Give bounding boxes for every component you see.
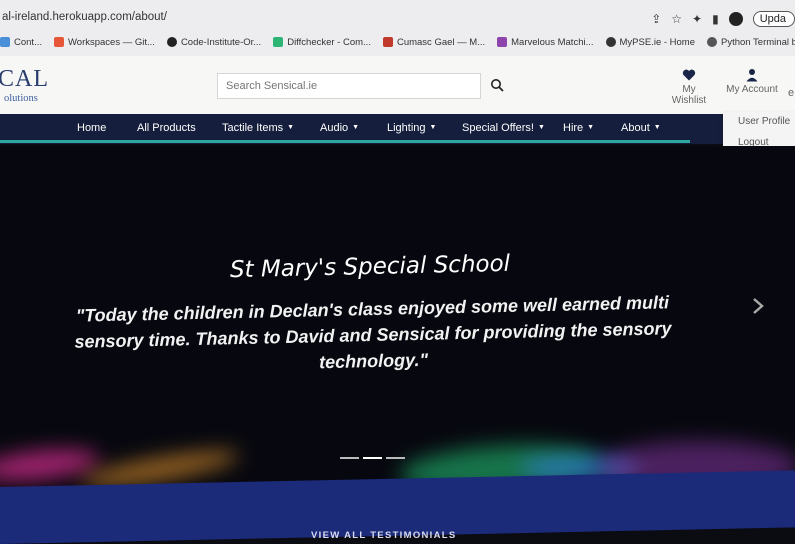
browser-chrome: al-ireland.herokuapp.com/about/ ⇪ ☆ ✦ ▮ …: [0, 0, 795, 56]
view-all-testimonials-link[interactable]: VIEW ALL TESTIMONIALS: [311, 530, 457, 541]
chevron-down-icon: ▼: [287, 124, 295, 131]
search-icon[interactable]: [490, 78, 504, 92]
share-icon[interactable]: ⇪: [651, 12, 661, 26]
chevron-down-icon: ▼: [537, 124, 545, 131]
account-label: My Account: [726, 84, 778, 95]
profile-icon[interactable]: [728, 12, 743, 26]
nav-accent-line: [0, 140, 690, 143]
carousel-next-icon[interactable]: [750, 296, 766, 316]
bookmark-favicon-icon: [54, 37, 64, 47]
address-bar[interactable]: al-ireland.herokuapp.com/about/ ⇪ ☆ ✦ ▮ …: [0, 6, 795, 30]
user-profile-link[interactable]: User Profile: [738, 116, 790, 127]
site-logo-tagline: olutions: [4, 93, 38, 104]
carousel-indicator[interactable]: [386, 457, 405, 459]
url-text[interactable]: al-ireland.herokuapp.com/about/: [2, 11, 167, 23]
chevron-down-icon: ▼: [352, 124, 360, 131]
user-icon: [746, 69, 758, 82]
carousel-indicator[interactable]: [340, 457, 359, 459]
bookmark-favicon-icon: [605, 37, 616, 47]
wishlist-link[interactable]: My Wishlist: [664, 68, 714, 106]
bookmark-favicon-icon: [382, 37, 393, 47]
nav-item-about[interactable]: About ▼: [621, 122, 661, 134]
bookmark-item[interactable]: Code-Institute-Or...: [166, 37, 261, 48]
bookmark-item[interactable]: Python Terminal b...: [707, 37, 795, 48]
carousel-indicator-active[interactable]: [363, 457, 382, 459]
heart-icon: [682, 69, 696, 81]
chevron-down-icon: ▼: [653, 124, 661, 131]
site-logo[interactable]: CAL: [0, 66, 49, 93]
account-link[interactable]: My Account: [726, 68, 778, 95]
nav-item-home[interactable]: Home: [77, 122, 106, 134]
extensions-icon[interactable]: ✦: [692, 12, 702, 26]
carousel-indicators: [340, 457, 405, 459]
nav-item-special-offers[interactable]: Special Offers! ▼: [462, 122, 545, 134]
bookmark-item[interactable]: MyPSE.ie - Home: [605, 37, 695, 48]
browser-toolbar-icons: ⇪ ☆ ✦ ▮ Upda: [651, 10, 795, 28]
sidebar-icon[interactable]: ▮: [712, 12, 719, 26]
nav-item-tactile-items[interactable]: Tactile Items ▼: [222, 122, 294, 134]
bookmark-favicon-icon: [0, 37, 10, 47]
nav-item-audio[interactable]: Audio ▼: [320, 122, 359, 134]
bookmark-item[interactable]: Cont...: [0, 37, 42, 48]
chevron-down-icon: ▼: [587, 124, 595, 131]
search-field[interactable]: [217, 73, 481, 99]
update-button[interactable]: Upda: [752, 11, 795, 27]
testimonial-quote: "Today the children in Declan's class en…: [74, 292, 672, 373]
chevron-down-icon: ▼: [429, 124, 437, 131]
bookmark-item[interactable]: Workspaces — Git...: [54, 37, 155, 48]
bookmark-favicon-icon: [707, 37, 718, 47]
bookmark-item[interactable]: Diffchecker - Com...: [273, 37, 371, 48]
nav-item-lighting[interactable]: Lighting ▼: [387, 122, 436, 134]
testimonial-carousel: St Mary's Special School "Today the chil…: [0, 146, 795, 496]
header-edge-text: e: [788, 87, 795, 99]
bookmark-favicon-icon: [273, 37, 284, 47]
bookmark-item[interactable]: Cumasc Gael — M...: [382, 37, 485, 48]
bookmarks-bar: Cont... Workspaces — Git... Code-Institu…: [0, 33, 795, 51]
search-input[interactable]: [218, 74, 480, 98]
testimonial-title: St Mary's Special School: [229, 250, 511, 284]
github-icon: [166, 37, 177, 47]
nav-item-all-products[interactable]: All Products: [137, 122, 196, 134]
wishlist-label: My Wishlist: [671, 84, 707, 106]
bookmark-favicon-icon: [497, 37, 508, 47]
star-icon[interactable]: ☆: [671, 12, 682, 26]
site-header: CAL olutions My Wishlist My Account e: [0, 56, 795, 114]
bookmark-item[interactable]: Marvelous Matchi...: [497, 37, 594, 48]
nav-item-hire[interactable]: Hire ▼: [563, 122, 594, 134]
